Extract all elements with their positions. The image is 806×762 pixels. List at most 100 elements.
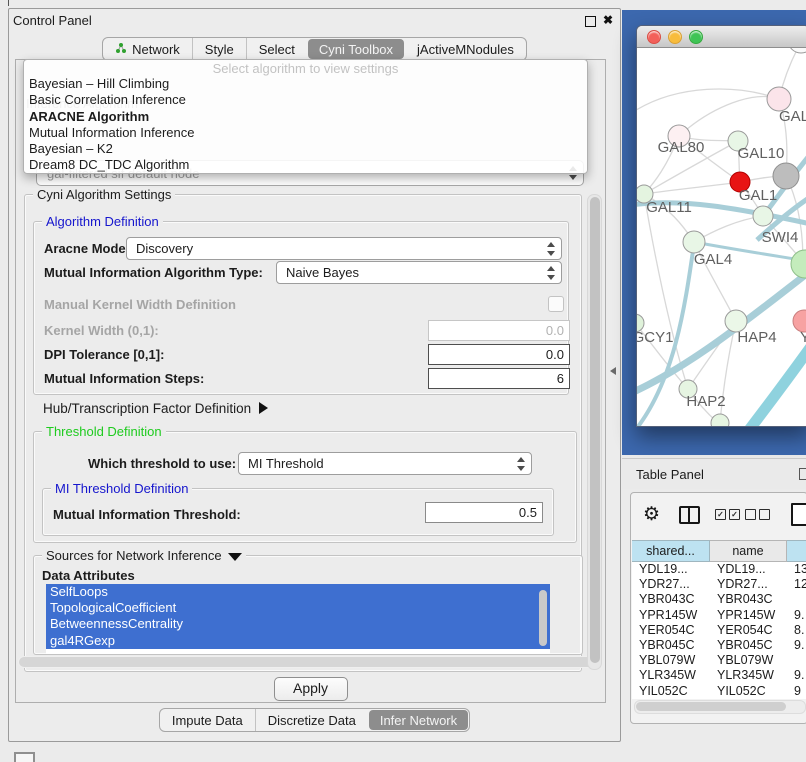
algorithm-popup: Select algorithm to view settings Bayesi… (23, 59, 588, 174)
tab-cyni-toolbox[interactable]: Cyni Toolbox (308, 39, 404, 59)
mi-threshold-field[interactable]: 0.5 (425, 502, 543, 523)
minimize-traffic-light-icon[interactable] (668, 30, 682, 44)
aracne-mode-label: Aracne Mode: (44, 241, 130, 256)
table-cell: YBL079W (632, 653, 710, 668)
close-icon[interactable]: ✖ (603, 13, 613, 27)
table-cell: YBR045C (710, 638, 787, 653)
which-threshold-combo[interactable]: MI Threshold (238, 452, 532, 475)
algorithm-option[interactable]: ARACNE Algorithm (24, 109, 587, 125)
show-checked-columns-icon[interactable]: ✓✓ (715, 509, 740, 520)
hide-columns-icon[interactable] (745, 509, 770, 520)
table-cell: 13... (787, 562, 806, 577)
dpi-tolerance-label: DPI Tolerance [0,1]: (44, 347, 164, 362)
attribute-item[interactable]: BetweennessCentrality (46, 616, 550, 632)
vertical-scrollbar[interactable] (587, 194, 602, 670)
expanded-arrow-icon (228, 553, 242, 561)
columns-icon[interactable] (679, 506, 700, 524)
tab-network[interactable]: Network (103, 38, 192, 60)
collapsed-arrow-icon (259, 402, 268, 414)
attribute-item[interactable]: gal4RGexp (46, 633, 550, 649)
mi-steps-label: Mutual Information Steps: (44, 371, 204, 386)
column-header-shared...[interactable]: shared... (632, 540, 710, 562)
which-threshold-value: MI Threshold (248, 456, 324, 471)
table-cell: YBR043C (632, 592, 710, 607)
network-node[interactable] (788, 48, 806, 53)
table-row[interactable]: YPR145WYPR145W9. (632, 608, 806, 623)
network-node[interactable] (683, 231, 705, 253)
algorithm-option[interactable]: Mutual Information Inference (24, 125, 587, 141)
attribute-item[interactable]: TopologicalCoefficient (46, 600, 550, 616)
tab-discretize-data[interactable]: Discretize Data (255, 709, 368, 731)
dpi-tolerance-field[interactable]: 0.0 (428, 344, 570, 365)
table-cell: YIL052C (710, 684, 787, 699)
table-row[interactable]: YBL079WYBL079W (632, 653, 806, 668)
zoom-traffic-light-icon[interactable] (689, 30, 703, 44)
network-icon (115, 42, 127, 57)
node-label: HAP2 (686, 393, 725, 410)
horizontal-scrollbar[interactable] (18, 656, 598, 668)
splitter-collapse-icon[interactable] (610, 367, 616, 375)
algorithm-option[interactable]: Basic Correlation Inference (24, 92, 587, 108)
table-row[interactable]: YDR27...YDR27...12... (632, 577, 806, 592)
table-cell: YDR27... (632, 577, 710, 592)
attribute-item[interactable]: SelfLoops (46, 584, 550, 600)
mi-type-combo[interactable]: Naive Bayes (276, 261, 562, 284)
table-row[interactable]: YLR345WYLR345W9. (632, 668, 806, 683)
close-traffic-light-icon[interactable] (647, 30, 661, 44)
table-row[interactable]: YDL19...YDL19...13... (632, 562, 806, 577)
network-canvas[interactable]: GALGAL80GAL10GAL1GAL11SWI4GAL4GCY1HAP4YH… (637, 48, 806, 426)
manual-kernel-checkbox[interactable] (548, 296, 564, 312)
function-builder-icon[interactable] (791, 503, 806, 526)
table-cell: YER054C (632, 623, 710, 638)
float-window-icon[interactable] (585, 16, 596, 27)
combo-stepper-icon (517, 457, 526, 471)
network-node[interactable] (753, 206, 773, 226)
tab-label: Select (259, 42, 295, 57)
tab-impute-data[interactable]: Impute Data (160, 709, 255, 731)
sources-expander[interactable]: Sources for Network Inference (42, 548, 246, 563)
algorithm-option[interactable]: Bayesian – Hill Climbing (24, 76, 587, 92)
network-window-titlebar[interactable] (637, 26, 806, 48)
column-header-extra[interactable] (787, 540, 806, 562)
mi-steps-field[interactable]: 6 (428, 368, 570, 389)
apply-button[interactable]: Apply (274, 677, 348, 701)
network-node[interactable] (711, 414, 729, 426)
float-window-icon[interactable] (799, 468, 806, 480)
aracne-mode-combo[interactable]: Discovery (126, 237, 562, 260)
mi-threshold-label: Mutual Information Threshold: (53, 507, 241, 522)
table-cell: YER054C (710, 623, 787, 638)
table-row[interactable]: YBR043CYBR043C (632, 592, 806, 607)
table-cell: 9. (787, 608, 806, 623)
tab-style[interactable]: Style (192, 38, 246, 60)
table-cell: 8. (787, 623, 806, 638)
algorithm-option[interactable]: Bayesian – K2 (24, 141, 587, 157)
combo-stepper-icon (547, 242, 556, 256)
node-label: SWI4 (762, 229, 799, 246)
table-horizontal-scrollbar[interactable] (634, 700, 806, 714)
table-row[interactable]: YBR045CYBR045C9. (632, 638, 806, 653)
algorithm-definition-group: Algorithm Definition Aracne Mode: Discov… (33, 221, 569, 395)
network-node[interactable] (773, 163, 799, 189)
group-title: MI Threshold Definition (51, 481, 192, 496)
hub-definition-expander[interactable]: Hub/Transcription Factor Definition (43, 401, 268, 416)
group-title: Threshold Definition (42, 424, 166, 439)
algorithm-option[interactable]: Dream8 DC_TDC Algorithm (24, 157, 587, 173)
kernel-width-field[interactable]: 0.0 (428, 320, 570, 341)
kernel-width-label: Kernel Width (0,1): (44, 323, 159, 338)
tab-label: Impute Data (172, 713, 243, 728)
network-view-window[interactable]: GALGAL80GAL10GAL1GAL11SWI4GAL4GCY1HAP4YH… (636, 25, 806, 427)
bottom-tab-row: Impute Data Discretize DataInfer Network (9, 708, 620, 732)
gear-icon[interactable]: ⚙ (643, 503, 660, 526)
table-row[interactable]: YER054CYER054C8. (632, 623, 806, 638)
network-node[interactable] (791, 250, 806, 278)
column-header-name[interactable]: name (710, 540, 787, 562)
list-scrollbar-thumb[interactable] (539, 590, 547, 646)
data-attributes-list[interactable]: SelfLoopsTopologicalCoefficientBetweenne… (46, 584, 550, 654)
popup-prompt: Select algorithm to view settings (24, 61, 587, 76)
bottom-tab-bar: Impute Data Discretize DataInfer Network (159, 708, 470, 732)
table-row[interactable]: YIL052CYIL052C9 (632, 684, 806, 699)
corner-button[interactable] (14, 752, 35, 762)
tab-infer-network[interactable]: Infer Network (369, 710, 468, 730)
tab-jactivemnodules[interactable]: jActiveMNodules (405, 38, 526, 60)
tab-select[interactable]: Select (246, 38, 307, 60)
